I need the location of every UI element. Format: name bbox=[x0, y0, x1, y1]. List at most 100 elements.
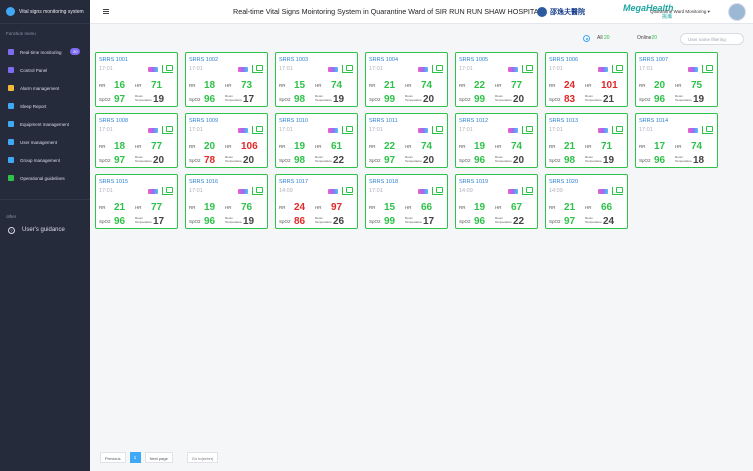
battery-icon bbox=[238, 67, 248, 72]
room-temperature-label: Room Temperature bbox=[405, 155, 422, 163]
all-radio-label[interactable]: All 20 bbox=[597, 35, 610, 41]
spo2-value: 96 bbox=[654, 155, 666, 166]
spo2-label: SpO2 bbox=[369, 219, 381, 224]
battery-icon bbox=[148, 128, 158, 133]
sidebar-item[interactable]: Real-time monitoring 20 bbox=[0, 43, 90, 61]
room-temperature-label: Room Temperature bbox=[675, 155, 692, 163]
rr-value: 21 bbox=[114, 202, 126, 213]
bed-icon bbox=[612, 126, 623, 134]
spo2-label: SpO2 bbox=[99, 97, 111, 102]
battery-icon bbox=[418, 67, 428, 72]
spo2-value: 96 bbox=[204, 94, 216, 105]
rr-value: 15 bbox=[384, 202, 396, 213]
bed-icon bbox=[342, 126, 353, 134]
spo2-value: 83 bbox=[564, 94, 576, 105]
battery-icon bbox=[328, 67, 338, 72]
bed-icon bbox=[702, 65, 713, 73]
sidebar-item[interactable]: Sleep Report bbox=[0, 97, 90, 115]
battery-icon bbox=[418, 189, 428, 194]
device-name: SRRS 1011 bbox=[369, 118, 398, 124]
goto-page-input[interactable]: Go to(enter) bbox=[186, 452, 219, 463]
user-name-filter-input[interactable]: User name filtering bbox=[680, 33, 744, 45]
menu-toggle-icon[interactable] bbox=[103, 9, 109, 14]
sidebar-item[interactable]: Group management bbox=[0, 151, 90, 169]
patient-card[interactable]: SRRS 1008 17:01 RR 18 HR 77 SpO2 97 Room Tempera… bbox=[95, 113, 178, 168]
sidebar-item[interactable]: Operational guidelines bbox=[0, 169, 90, 187]
users-guidance-link[interactable]: ? User's guidance bbox=[0, 221, 90, 239]
room-temperature-label: Room Temperature bbox=[135, 216, 152, 224]
spo2-value: 99 bbox=[474, 94, 486, 105]
device-name: SRRS 1002 bbox=[189, 57, 219, 63]
spo2-value: 78 bbox=[204, 155, 216, 166]
bed-icon bbox=[342, 187, 353, 195]
hr-label: HR bbox=[495, 83, 502, 88]
sidebar-item[interactable]: Alarm management bbox=[0, 79, 90, 97]
bed-icon bbox=[252, 126, 263, 134]
room-temperature-label: Room Temperature bbox=[135, 94, 152, 102]
patient-card[interactable]: SRRS 1009 17:01 RR 20 HR 106 SpO2 78 Room Temper… bbox=[185, 113, 268, 168]
sidebar-item[interactable]: Equipment management bbox=[0, 115, 90, 133]
device-name: SRRS 1017 bbox=[279, 179, 309, 185]
patient-card[interactable]: SRRS 1003 17:01 RR 15 HR 74 SpO2 98 Room Tempera… bbox=[275, 52, 358, 107]
next-page-button[interactable]: Next page bbox=[144, 452, 173, 463]
room-temperature-label: Room Temperature bbox=[495, 94, 512, 102]
room-temperature-label: Room Temperature bbox=[495, 155, 512, 163]
patient-card[interactable]: SRRS 1017 14:09 RR 24 HR 97 SpO2 86 Room Tempera… bbox=[275, 174, 358, 229]
patient-card[interactable]: SRRS 1018 17:01 RR 15 HR 66 SpO2 99 Room Tempera… bbox=[365, 174, 448, 229]
patient-card[interactable]: SRRS 1015 17:01 RR 21 HR 77 SpO2 96 Room Tempera… bbox=[95, 174, 178, 229]
device-name: SRRS 1005 bbox=[459, 57, 489, 63]
patient-card[interactable]: SRRS 1013 17:01 RR 21 HR 71 SpO2 98 Room Tempera… bbox=[545, 113, 628, 168]
page-title: Real-time Vital Signs Mointoring System … bbox=[233, 7, 543, 16]
battery-icon bbox=[148, 67, 158, 72]
bed-icon bbox=[342, 65, 353, 73]
hr-label: HR bbox=[225, 205, 232, 210]
device-name: SRRS 1019 bbox=[459, 179, 489, 185]
patient-card[interactable]: SRRS 1007 17:01 RR 20 HR 75 SpO2 96 Room Tempera… bbox=[635, 52, 718, 107]
rr-value: 18 bbox=[114, 141, 126, 152]
sidebar-item[interactable]: User management bbox=[0, 133, 90, 151]
previous-page-button[interactable]: Previous bbox=[100, 452, 126, 463]
hr-label: HR bbox=[405, 205, 412, 210]
update-time: 17:01 bbox=[639, 66, 653, 72]
page-number-button[interactable]: 1 bbox=[129, 452, 141, 463]
room-temperature-label: Room Temperature bbox=[405, 216, 422, 224]
room-temperature-value: 20 bbox=[513, 94, 525, 105]
patient-card[interactable]: SRRS 1006 17:01 RR 24 HR 101 SpO2 83 Room Temper… bbox=[545, 52, 628, 107]
app-logo-icon bbox=[6, 7, 15, 16]
patient-card[interactable]: SRRS 1016 17:01 RR 19 HR 76 SpO2 96 Room Tempera… bbox=[185, 174, 268, 229]
spo2-label: SpO2 bbox=[639, 158, 651, 163]
patient-card[interactable]: SRRS 1010 17:01 RR 19 HR 61 SpO2 98 Room Tempera… bbox=[275, 113, 358, 168]
patient-card[interactable]: SRRS 1020 14:09 RR 21 HR 66 SpO2 97 Room Tempera… bbox=[545, 174, 628, 229]
menu-item-icon bbox=[8, 157, 14, 163]
online-radio-label[interactable]: Online20 bbox=[637, 35, 657, 41]
sidebar-item[interactable]: Control Panel bbox=[0, 61, 90, 79]
room-temperature-value: 20 bbox=[513, 155, 525, 166]
update-time: 17:01 bbox=[549, 66, 563, 72]
bed-icon bbox=[252, 187, 263, 195]
patient-card[interactable]: SRRS 1002 17:01 RR 18 HR 73 SpO2 96 Room Tempera… bbox=[185, 52, 268, 107]
app-logo[interactable]: Vital signs monitoring system bbox=[0, 0, 90, 24]
patient-card[interactable]: SRRS 1001 17:01 RR 16 HR 71 SpO2 97 Room Tempera… bbox=[95, 52, 178, 107]
patient-card[interactable]: SRRS 1012 17:01 RR 19 HR 74 SpO2 96 Room Tempera… bbox=[455, 113, 538, 168]
update-time: 17:01 bbox=[279, 127, 293, 133]
rr-value: 24 bbox=[294, 202, 306, 213]
device-name: SRRS 1006 bbox=[549, 57, 579, 63]
spo2-value: 98 bbox=[294, 94, 306, 105]
hospital-name: 邵逸夫醫院 bbox=[550, 9, 585, 16]
patient-card[interactable]: SRRS 1014 17:01 RR 17 HR 74 SpO2 96 Room Tempera… bbox=[635, 113, 718, 168]
hr-label: HR bbox=[225, 144, 232, 149]
patient-card[interactable]: SRRS 1019 14:09 RR 19 HR 67 SpO2 96 Room Tempera… bbox=[455, 174, 538, 229]
patient-card[interactable]: SRRS 1005 17:01 RR 22 HR 77 SpO2 99 Room Tempera… bbox=[455, 52, 538, 107]
device-name: SRRS 1001 bbox=[99, 57, 129, 63]
patient-card[interactable]: SRRS 1011 17:01 RR 22 HR 74 SpO2 97 Room Tempera… bbox=[365, 113, 448, 168]
hr-label: HR bbox=[495, 205, 502, 210]
ward-select-dropdown[interactable]: Quarantine Ward Monitoring ▾ bbox=[650, 9, 710, 15]
patient-card[interactable]: SRRS 1004 17:01 RR 21 HR 74 SpO2 99 Room Tempera… bbox=[365, 52, 448, 107]
all-radio[interactable] bbox=[583, 35, 590, 42]
avatar[interactable] bbox=[728, 3, 746, 21]
rr-value: 22 bbox=[384, 141, 396, 152]
update-time: 17:01 bbox=[369, 188, 383, 194]
spo2-label: SpO2 bbox=[189, 219, 201, 224]
menu-item-label: Operational guidelines bbox=[20, 175, 65, 181]
update-time: 17:01 bbox=[189, 66, 203, 72]
